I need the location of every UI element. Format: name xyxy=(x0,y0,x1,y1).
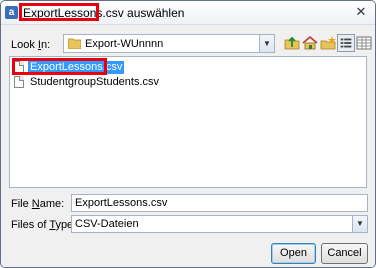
look-in-combobox[interactable]: Export-WUnnnn ▼ xyxy=(63,34,275,53)
open-button[interactable]: Open xyxy=(271,243,316,264)
file-name-label-accel: N xyxy=(31,198,40,210)
chevron-down-icon[interactable]: ▼ xyxy=(352,216,367,232)
title-bar[interactable]: a ExportLessons.csv auswählen ✕ xyxy=(1,1,375,25)
cancel-button[interactable]: Cancel xyxy=(321,243,368,264)
file-type-label-prefix: Files of xyxy=(11,219,50,231)
details-view-icon[interactable] xyxy=(355,34,373,52)
close-button[interactable]: ✕ xyxy=(353,4,369,20)
file-annotation-highlight xyxy=(12,58,107,75)
chevron-down-icon[interactable]: ▼ xyxy=(259,35,274,52)
home-icon[interactable] xyxy=(301,34,319,52)
file-name-label-suffix: ame: xyxy=(39,198,65,210)
new-folder-icon[interactable] xyxy=(319,34,337,52)
file-name: StudentgroupStudents.csv xyxy=(30,76,160,88)
title-annotation-highlight xyxy=(19,3,99,21)
folder-up-icon[interactable] xyxy=(283,34,301,52)
app-icon: a xyxy=(5,6,18,19)
look-in-label-suffix: n: xyxy=(40,39,51,51)
document-icon xyxy=(14,76,24,88)
file-dialog-window: a ExportLessons.csv auswählen ✕ Look In:… xyxy=(0,0,376,268)
file-name-input[interactable] xyxy=(71,194,368,212)
file-list[interactable]: ExportLessons.csv StudentgroupStudents.c… xyxy=(9,56,367,188)
file-name-label-prefix: File xyxy=(11,198,32,210)
file-type-label: Files of Type: xyxy=(11,219,76,231)
look-in-label: Look In: xyxy=(11,39,50,51)
list-view-icon[interactable] xyxy=(337,34,355,52)
look-in-value: Export-WUnnnn xyxy=(85,38,164,50)
file-name-label: File Name: xyxy=(11,198,64,210)
file-type-value: CSV-Dateien xyxy=(75,218,139,230)
file-type-select[interactable]: CSV-Dateien ▼ xyxy=(71,215,368,233)
title-suffix: auswählen xyxy=(123,6,185,20)
folder-icon xyxy=(68,38,81,49)
dialog-content: Look In: Export-WUnnnn ▼ ExportLessons.c… xyxy=(1,26,375,267)
look-in-label-prefix: Look xyxy=(11,39,38,51)
